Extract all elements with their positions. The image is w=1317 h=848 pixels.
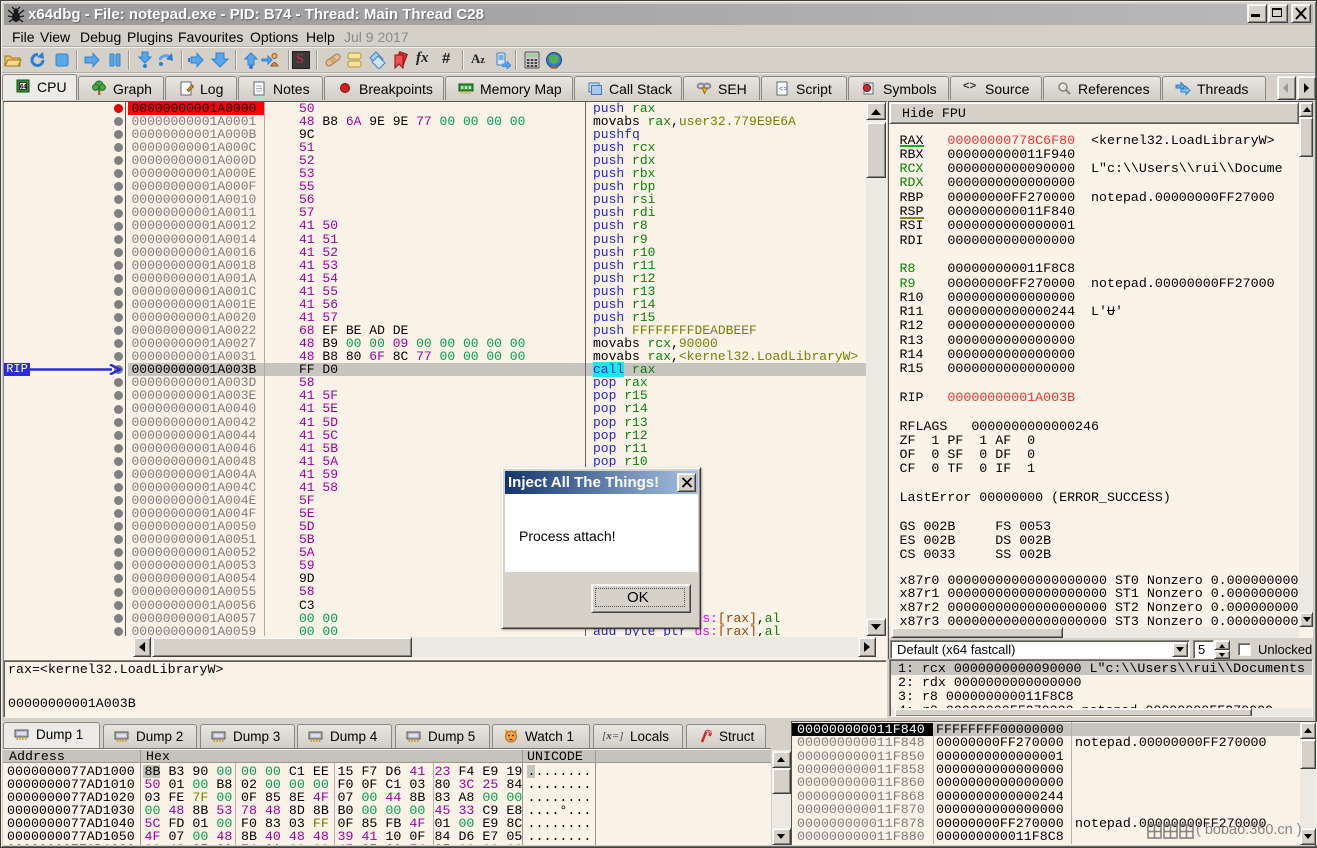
svg-text:<>: <> — [779, 86, 787, 94]
svg-text:64: 64 — [20, 85, 27, 91]
